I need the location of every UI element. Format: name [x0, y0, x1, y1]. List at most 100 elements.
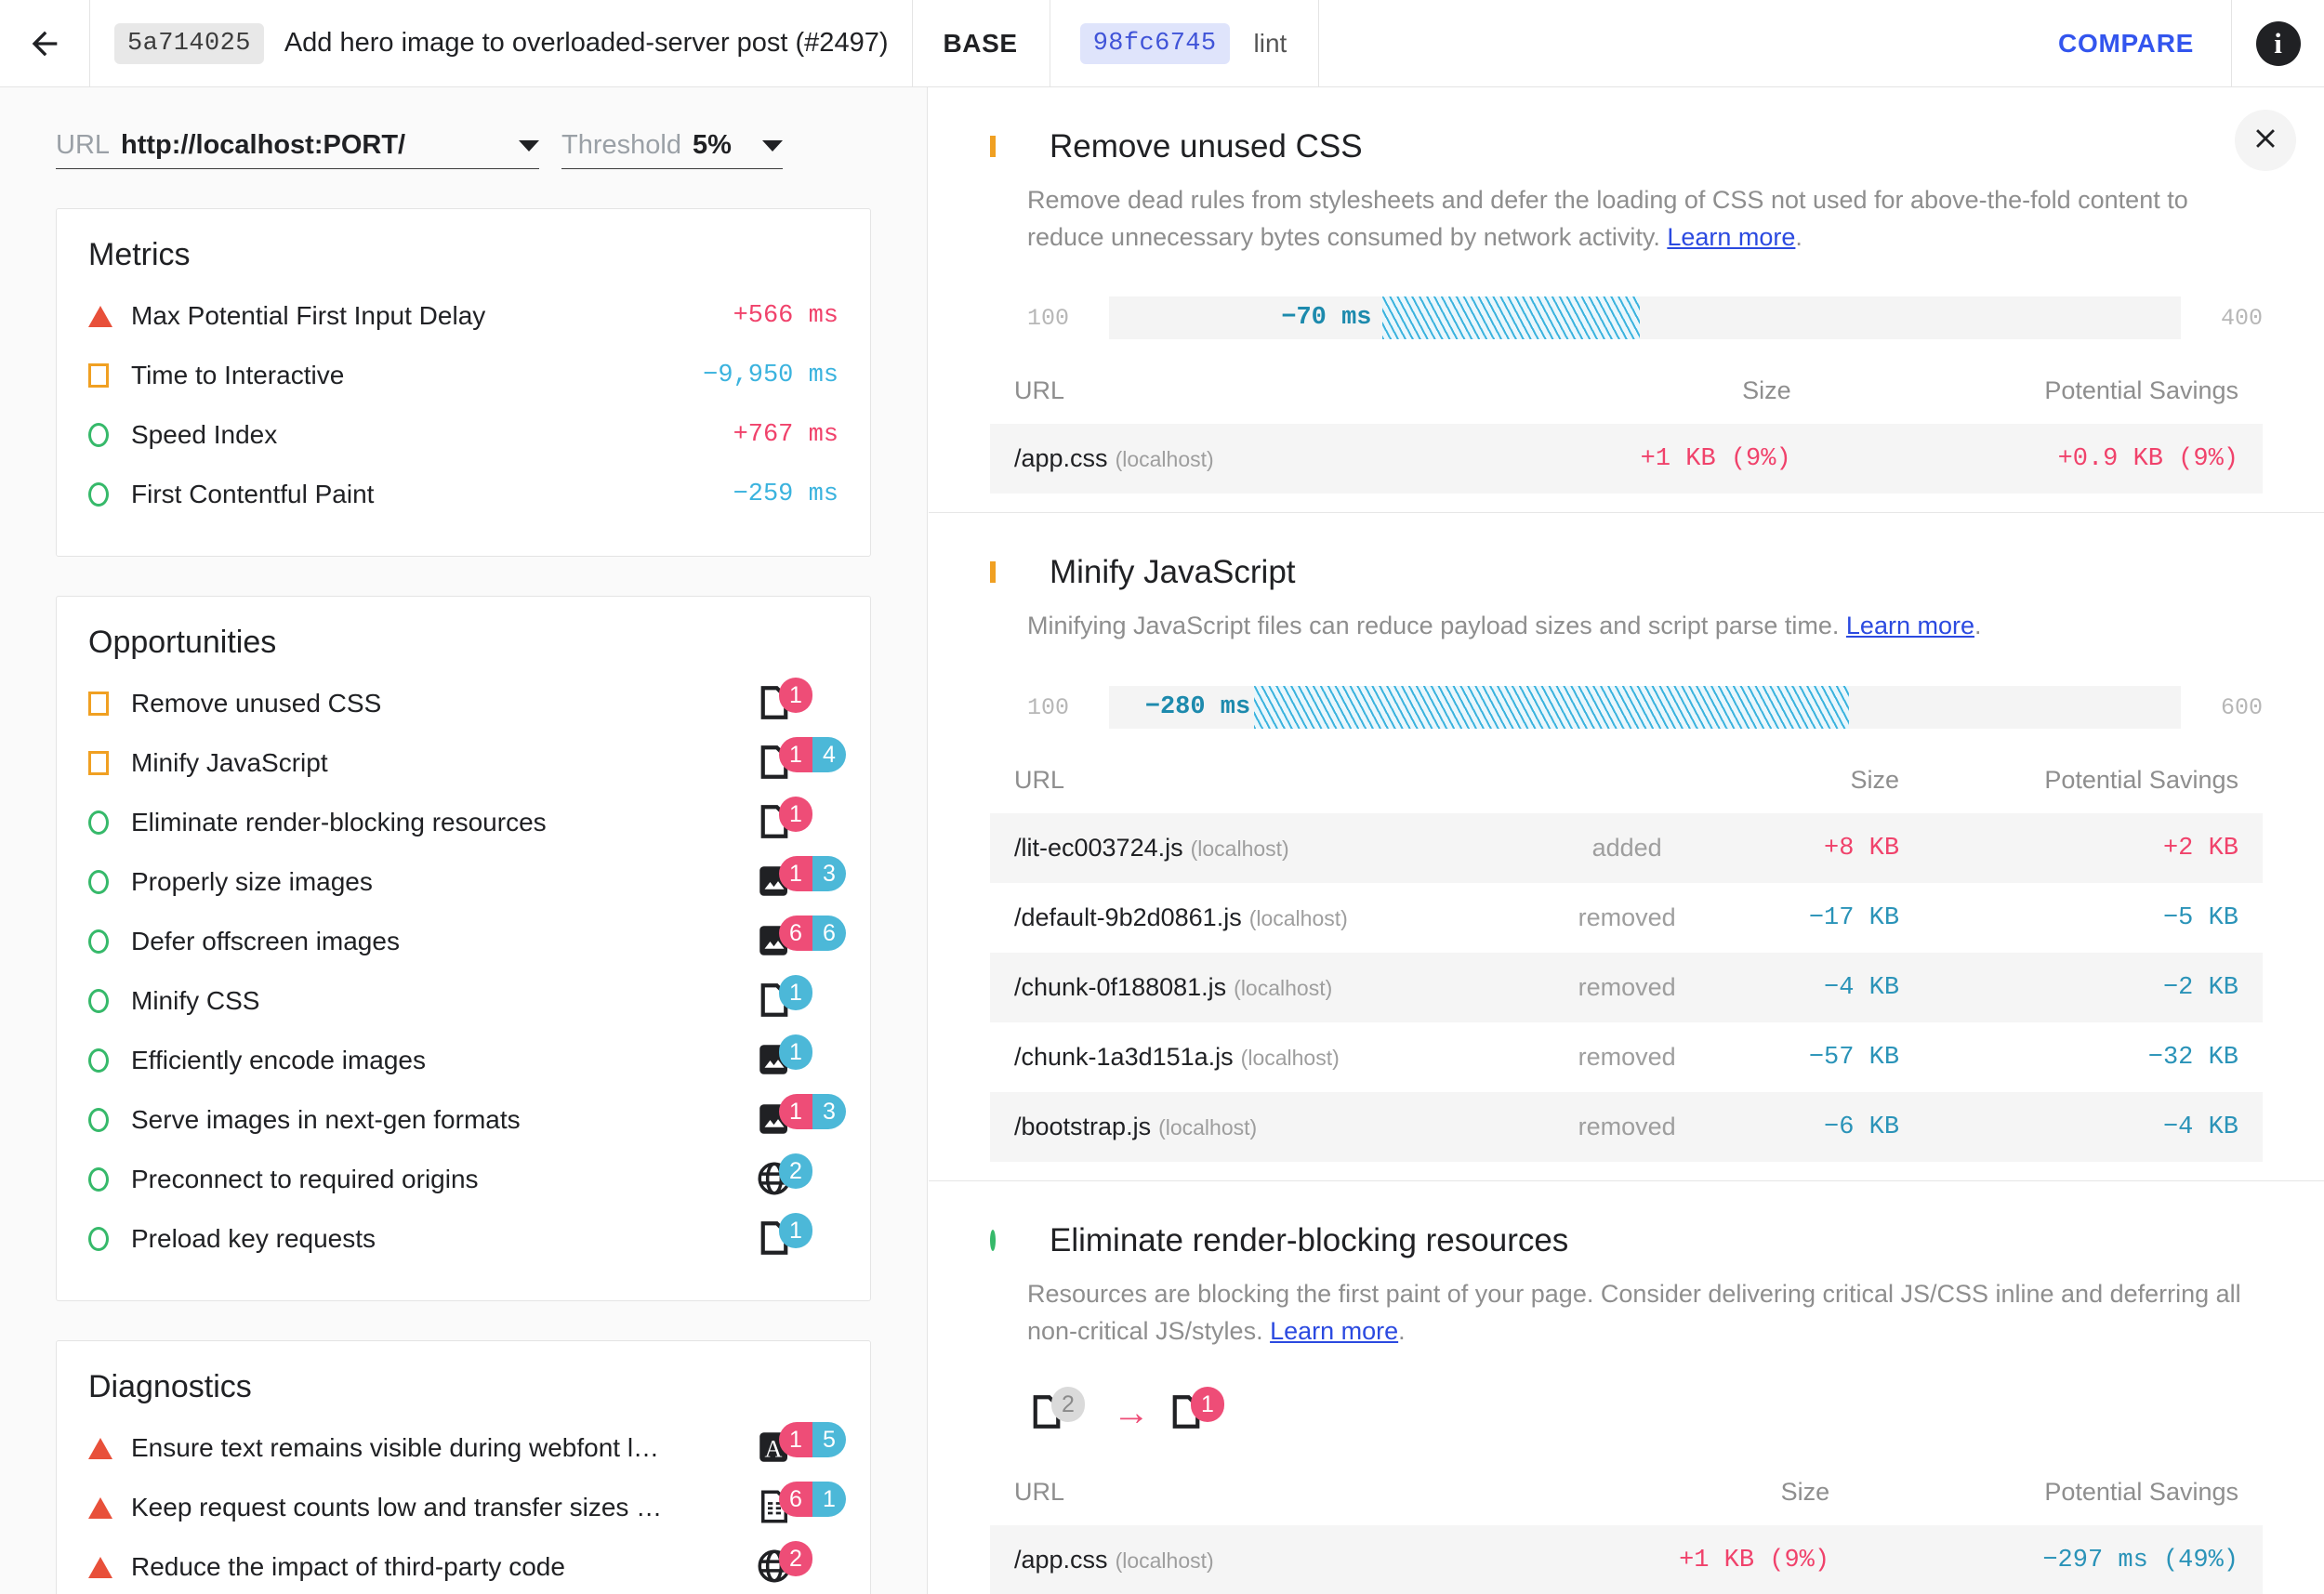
audit-label: Minify CSS — [131, 986, 260, 1015]
opportunity-row[interactable]: Serve images in next-gen formats 1 3 — [88, 1090, 846, 1150]
table-row[interactable]: /app.css (localhost) +1 KB (9%) −297 ms (49… — [990, 1525, 2263, 1594]
compare-button[interactable]: COMPARE — [1318, 0, 2231, 86]
base-label: BASE — [943, 28, 1018, 58]
status-circle-icon — [88, 929, 131, 954]
status-circle-icon — [88, 1227, 131, 1251]
opportunity-row[interactable]: Preload key requests 1 — [88, 1209, 838, 1269]
audit-badges: 66 — [755, 916, 846, 968]
opportunity-row[interactable]: Defer offscreen images 6 6 — [88, 912, 846, 971]
diagnostics-title: Diagnostics — [88, 1369, 252, 1404]
cell-size: +8 KB — [1729, 813, 1924, 884]
table-header-row: URL Size Potential Savings — [990, 755, 2263, 813]
info-button[interactable]: i — [2231, 0, 2324, 86]
learn-more-link[interactable]: Learn more — [1667, 223, 1795, 251]
cell-size: −6 KB — [1729, 1092, 1924, 1163]
metric-label: First Contentful Paint — [131, 480, 375, 508]
audit-detail-section: Eliminate render-blocking resources Resou… — [929, 1181, 2324, 1594]
cell-size: +1 KB (9%) — [1520, 1525, 1855, 1594]
close-icon — [2250, 123, 2281, 159]
arrow-left-icon — [26, 25, 63, 62]
opportunity-row[interactable]: Minify CSS 1 — [88, 971, 838, 1031]
table-header-row: URL Size Potential Savings — [990, 365, 2263, 424]
bar-max-label: 600 — [2220, 693, 2263, 721]
learn-more-link[interactable]: Learn more — [1270, 1317, 1398, 1345]
count-badge: 13 — [779, 1094, 846, 1129]
count-badge: 14 — [779, 737, 846, 772]
diagnostic-row[interactable]: Reduce the impact of third-party code 2 — [88, 1537, 838, 1594]
opportunity-row[interactable]: Properly size images 1 3 — [88, 852, 846, 912]
audit-label: Defer offscreen images — [131, 927, 400, 955]
bar-value-label: −280 ms — [1144, 693, 1251, 722]
chevron-down-icon — [762, 139, 783, 151]
audit-label: Efficiently encode images — [131, 1046, 426, 1074]
opportunity-row[interactable]: Efficiently encode images 1 — [88, 1031, 838, 1090]
audit-badges: 2 — [755, 1153, 838, 1205]
audit-detail-title: Minify JavaScript — [1050, 554, 1296, 591]
cell-savings: −5 KB — [2162, 903, 2238, 932]
count-badge: 15 — [779, 1422, 846, 1457]
table-row[interactable]: /chunk-1a3d151a.js (localhost) removed −57 … — [990, 1022, 2263, 1092]
badge-pink-count: 2 — [779, 1541, 812, 1576]
audit-detail-description: Remove dead rules from stylesheets and d… — [1027, 186, 2188, 251]
audit-label: Preload key requests — [131, 1224, 376, 1253]
metric-row[interactable]: First Contentful Paint −259 ms — [88, 465, 838, 524]
table-row[interactable]: /chunk-0f188081.js (localhost) removed −4 K… — [990, 953, 2263, 1023]
status-circle-icon — [88, 989, 131, 1013]
savings-bar-chart: 100 −70 ms 400 — [1027, 296, 2263, 340]
cell-host: (localhost) — [1240, 1046, 1340, 1071]
metric-row[interactable]: Speed Index +767 ms — [88, 405, 838, 465]
url-select[interactable]: URL http://localhost:PORT/ — [56, 130, 539, 169]
cell-state: removed — [1525, 1092, 1730, 1163]
badge-grey-count: 2 — [1051, 1387, 1085, 1423]
cell-url: /bootstrap.js (localhost) — [990, 1092, 1525, 1163]
audit-label: Reduce the impact of third-party code — [131, 1552, 565, 1581]
close-detail-button[interactable] — [2235, 110, 2296, 171]
count-badge: 2 — [1051, 1387, 1085, 1423]
column-savings: Potential Savings — [2044, 1478, 2238, 1507]
status-square-icon — [88, 692, 131, 716]
learn-more-link[interactable]: Learn more — [1846, 612, 1974, 639]
back-button[interactable] — [0, 0, 89, 86]
compare-commit-hash[interactable]: 98fc6745 — [1079, 22, 1230, 64]
count-badge: 1 — [779, 975, 812, 1010]
table-row[interactable]: /default-9b2d0861.js (localhost) removed −1… — [990, 883, 2263, 953]
detail-panel: Remove unused CSS Remove dead rules from … — [929, 87, 2324, 1594]
badge-blue-count: 1 — [812, 1482, 846, 1517]
table-row[interactable]: /bootstrap.js (localhost) removed −6 KB −4 K… — [990, 1092, 2263, 1163]
column-url: URL — [1014, 766, 1065, 795]
diagnostics-card: Diagnostics Ensure text remains visible … — [56, 1340, 871, 1594]
base-commit-cell: 5a714025 Add hero image to overloaded-se… — [89, 0, 912, 86]
badge-pink-count: 1 — [779, 1422, 812, 1457]
base-label-cell: BASE — [912, 0, 1049, 86]
table-row[interactable]: /lit-ec003724.js (localhost) added +8 KB +2 … — [990, 813, 2263, 884]
badge-pink-count: 1 — [779, 737, 812, 772]
opportunity-row[interactable]: Eliminate render-blocking resources 1 — [88, 793, 838, 852]
count-badge: 1 — [779, 1213, 812, 1248]
cell-savings: −32 KB — [2147, 1043, 2238, 1072]
base-commit-hash[interactable]: 5a714025 — [114, 22, 264, 64]
diagnostic-row[interactable]: Keep request counts low and transfer siz… — [88, 1478, 846, 1537]
count-badge: 66 — [779, 916, 846, 951]
diagnostic-row[interactable]: Ensure text remains visible during webfo… — [88, 1418, 846, 1478]
badge-pink-count: 1 — [779, 797, 812, 832]
cell-url: /app.css (localhost) — [990, 424, 1448, 494]
audit-badges: 1 — [755, 797, 838, 849]
info-icon: i — [2255, 20, 2301, 66]
audit-badges: 13 — [755, 856, 846, 908]
cell-size: −4 KB — [1729, 953, 1924, 1023]
metric-row[interactable]: Time to Interactive −9,950 ms — [88, 346, 838, 405]
threshold-label: Threshold — [561, 130, 681, 160]
column-url: URL — [1014, 376, 1065, 405]
opportunity-row[interactable]: Preconnect to required origins 2 — [88, 1150, 838, 1209]
badge-pink-count: 1 — [779, 678, 812, 713]
threshold-select[interactable]: Threshold 5% — [561, 130, 783, 169]
cell-url: /chunk-1a3d151a.js (localhost) — [1014, 1043, 1340, 1072]
compare-commit-cell: 98fc6745 lint — [1049, 0, 1319, 86]
metric-row[interactable]: Max Potential First Input Delay +566 ms — [88, 286, 838, 346]
opportunity-row[interactable]: Remove unused CSS 1 — [88, 674, 838, 733]
count-badge: 2 — [779, 1541, 812, 1576]
opportunity-row[interactable]: Minify JavaScript 1 4 — [88, 733, 846, 793]
cell-url: /app.css (localhost) — [990, 1525, 1521, 1594]
table-row[interactable]: /app.css (localhost) +1 KB (9%) +0.9 KB (9%… — [990, 424, 2263, 494]
audit-detail-header: Minify JavaScript — [990, 554, 2263, 591]
